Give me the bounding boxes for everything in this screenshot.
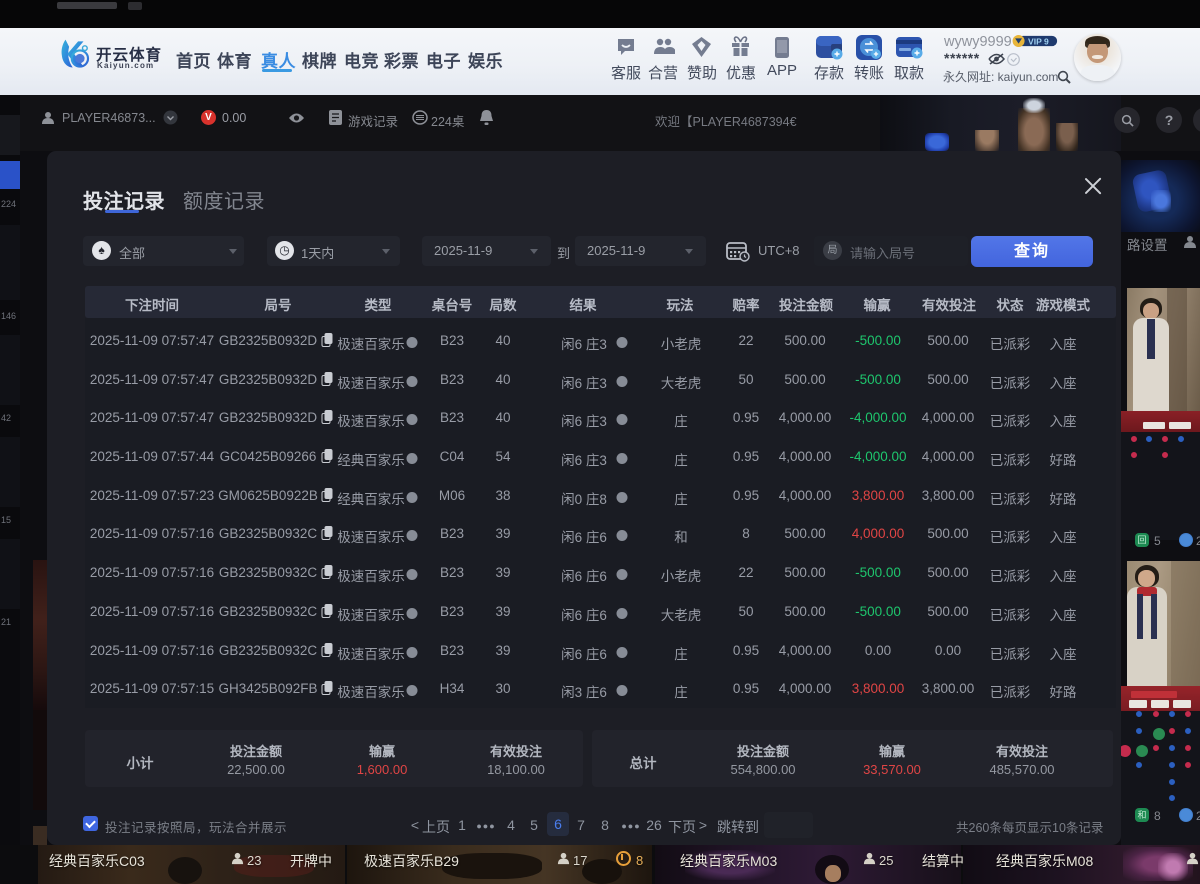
svg-text:VIP 9: VIP 9 <box>1028 36 1049 46</box>
